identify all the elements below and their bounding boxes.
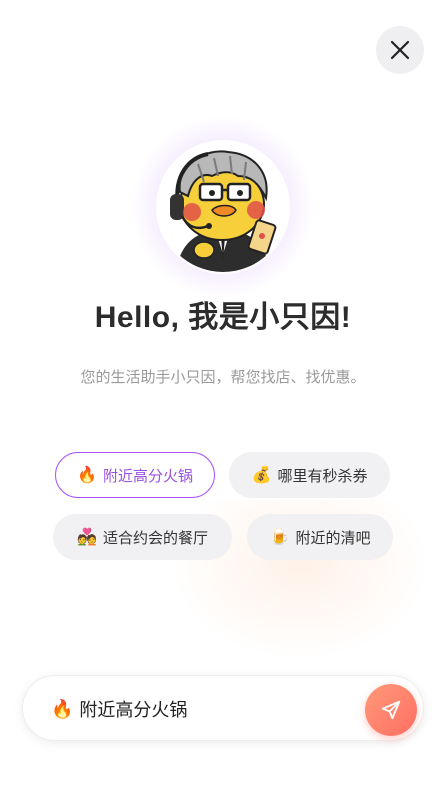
fire-icon: 🔥 (77, 465, 97, 484)
message-input[interactable]: 🔥 附近高分火锅 (51, 676, 187, 742)
chat-welcome-screen: Hello, 我是小只因! 您的生活助手小只因，帮您找店、找优惠。 🔥 附近高分… (0, 0, 446, 788)
assistant-avatar-area (98, 117, 348, 297)
close-icon (390, 40, 410, 60)
suggestion-chip-label: 附近高分火锅 (102, 466, 193, 485)
avatar (158, 142, 288, 272)
message-input-value: 附近高分火锅 (79, 700, 188, 721)
money-bag-icon: 💰 (251, 465, 272, 484)
suggestion-chip-bar[interactable]: 🍺 附近的清吧 (247, 514, 393, 560)
suggestion-chip-label: 附近的清吧 (295, 528, 371, 547)
suggestion-chip-date-restaurant[interactable]: 💑 适合约会的餐厅 (53, 514, 232, 560)
fire-icon: 🔥 (51, 698, 74, 720)
page-title: Hello, 我是小只因! (94, 301, 352, 334)
send-icon (381, 700, 401, 720)
message-composer: 🔥 附近高分火锅 (22, 675, 424, 741)
suggestion-chip-label: 适合约会的餐厅 (102, 528, 208, 547)
couple-icon: 💑 (77, 527, 97, 546)
suggestion-chip-hotpot[interactable]: 🔥 附近高分火锅 (55, 452, 215, 498)
suggestion-chip-label: 哪里有秒杀券 (277, 466, 368, 485)
send-button[interactable] (365, 684, 417, 736)
suggestion-chip-coupon[interactable]: 💰 哪里有秒杀券 (229, 452, 390, 498)
beer-icon: 🍺 (269, 527, 290, 546)
close-button[interactable] (376, 26, 424, 74)
page-subtitle: 您的生活助手小只因，帮您找店、找优惠。 (80, 368, 366, 386)
chick-mascot-icon (170, 150, 277, 272)
